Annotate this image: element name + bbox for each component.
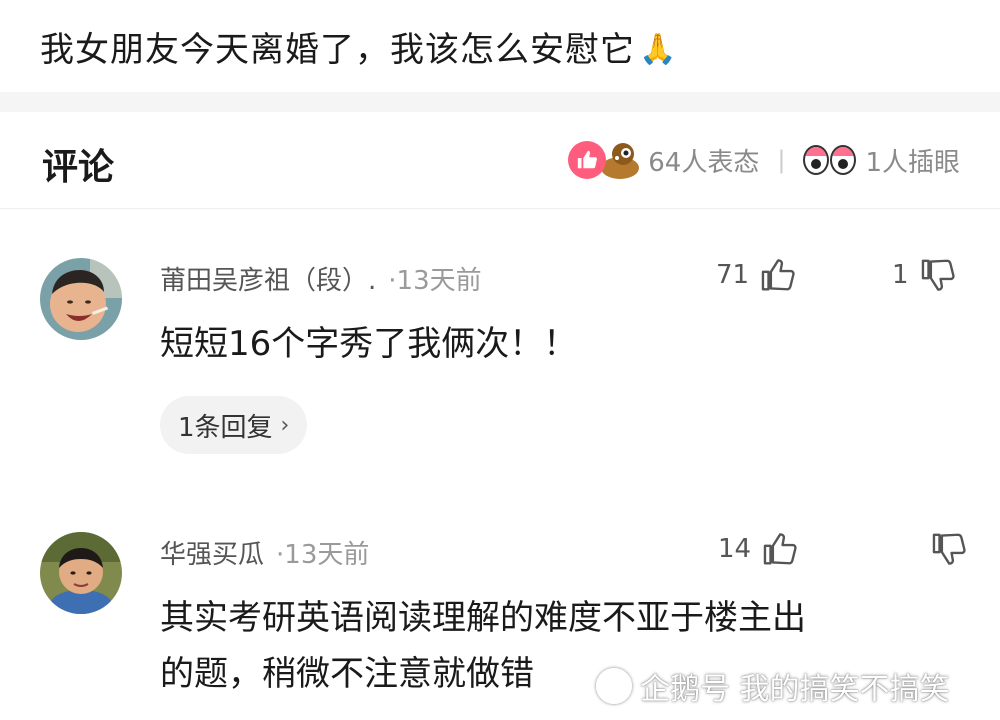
- watermark: 企鹅号 我的搞笑不搞笑: [596, 664, 950, 708]
- eyes-count: 1人插眼: [865, 147, 960, 178]
- separator: |: [777, 146, 786, 174]
- username-text: 华强买瓜: [160, 540, 265, 570]
- reply-count-label: 1条回复: [178, 412, 273, 443]
- like-count: 14: [718, 534, 752, 564]
- doge-reaction-icon: [600, 140, 640, 180]
- chevron-right-icon: ›: [280, 412, 290, 438]
- like-button[interactable]: 14: [718, 530, 799, 568]
- like-reaction-icon: [568, 141, 607, 179]
- username-text: 莆田吴彦祖（段）.: [160, 266, 377, 296]
- pray-emoji-icon: 🙏: [639, 32, 678, 67]
- thumbs-up-icon: [761, 259, 795, 291]
- dislike-button[interactable]: [920, 530, 968, 568]
- watermark-text: 企鹅号 我的搞笑不搞笑: [640, 672, 950, 707]
- post-title: 我女朋友今天离婚了，我该怎么安慰它 🙏: [40, 22, 677, 71]
- dislike-button[interactable]: 1: [892, 256, 957, 294]
- avatar[interactable]: [40, 532, 122, 614]
- reactions-summary[interactable]: 64人表态 | 1人插眼: [568, 140, 960, 180]
- comments-header: 评论 64人表态 | 1人插眼: [0, 112, 1000, 209]
- reactions-count: 64人表态: [648, 147, 760, 178]
- like-button[interactable]: 71: [716, 256, 797, 294]
- post-title-text: 我女朋友今天离婚了，我该怎么安慰它: [40, 30, 635, 70]
- like-count: 71: [716, 260, 750, 290]
- comment-text-line: 其实考研英语阅读理解的难度不亚于楼主出: [160, 598, 806, 638]
- comment-username[interactable]: 华强买瓜 ·13天前: [160, 534, 369, 571]
- thumbs-down-icon: [921, 259, 955, 291]
- dislike-count: 1: [892, 260, 909, 290]
- eyes-icon: [803, 145, 857, 175]
- thumbs-up-icon: [763, 533, 797, 565]
- comment-username[interactable]: 莆田吴彦祖（段）. ·13天前: [160, 260, 482, 297]
- thumbs-down-icon: [932, 533, 966, 565]
- comments-heading: 评论: [42, 147, 115, 188]
- comment-text: 短短16个字秀了我俩次！！: [160, 324, 578, 364]
- comment-time: ·13天前: [388, 266, 482, 296]
- view-replies-button[interactable]: 1条回复 ›: [160, 396, 308, 454]
- avatar[interactable]: [40, 258, 122, 340]
- penguin-logo-icon: [596, 668, 632, 704]
- comment-time: ·13天前: [276, 540, 370, 570]
- section-divider: [0, 92, 1000, 112]
